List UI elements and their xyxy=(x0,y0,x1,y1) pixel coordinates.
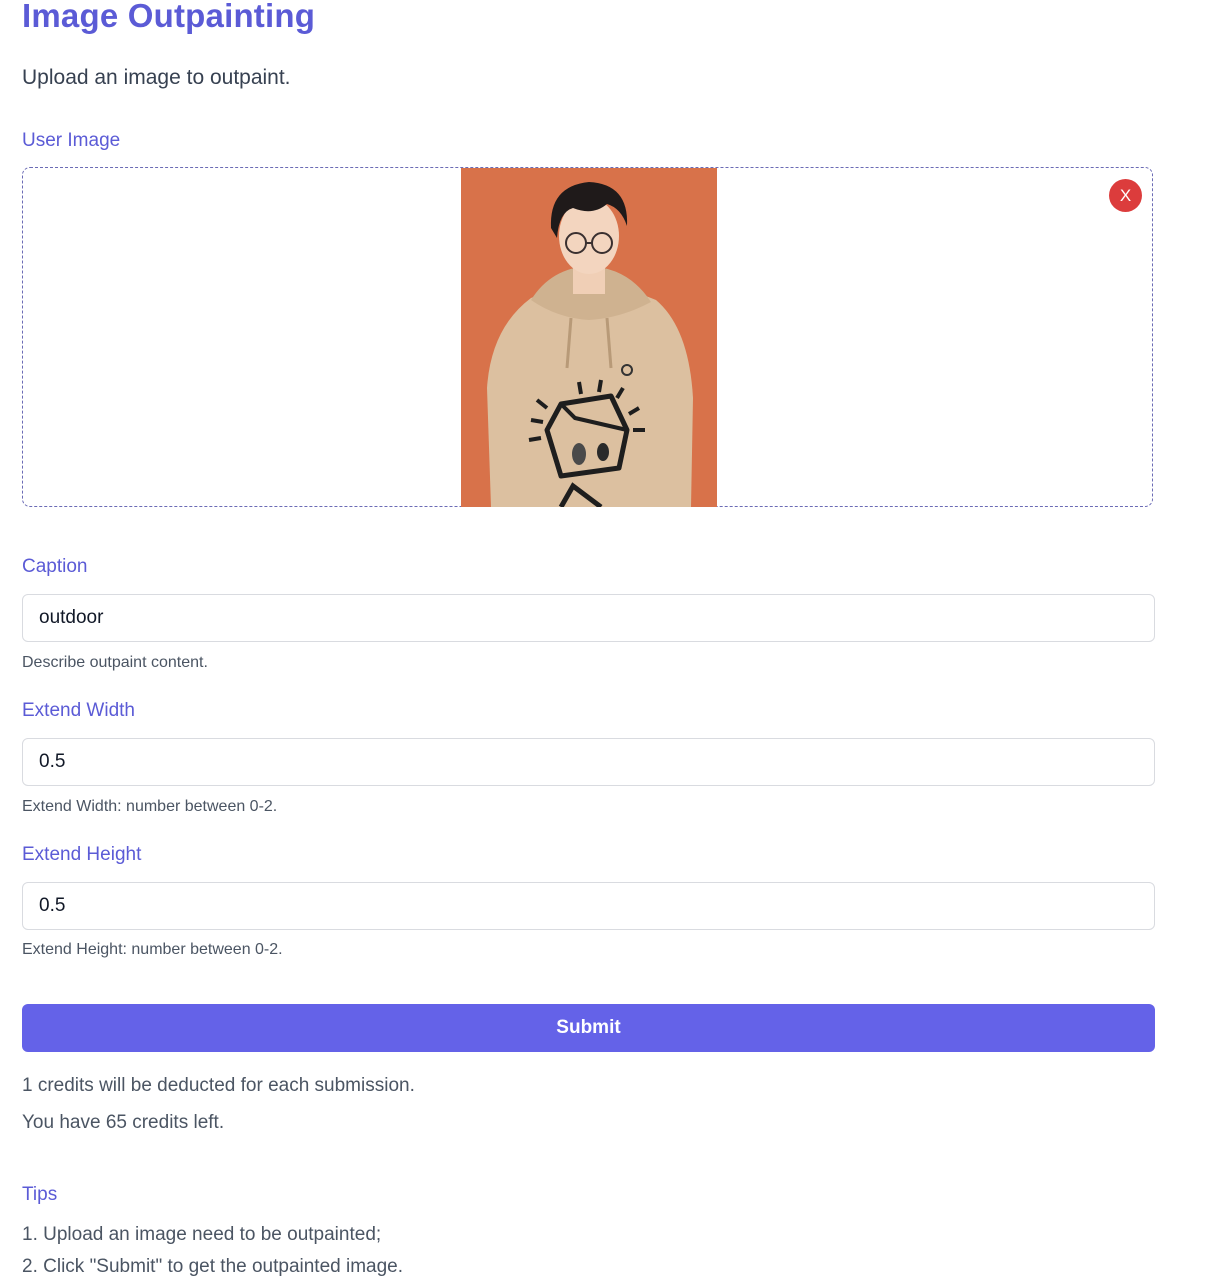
page-title: Image Outpainting xyxy=(22,0,316,34)
portrait-photo-illustration xyxy=(461,168,717,507)
page-subtitle: Upload an image to outpaint. xyxy=(22,66,291,89)
extend-width-hint: Extend Width: number between 0-2. xyxy=(22,798,278,815)
extend-height-hint: Extend Height: number between 0-2. xyxy=(22,941,283,958)
image-upload-dropzone[interactable]: X xyxy=(22,167,1153,507)
submit-button[interactable]: Submit xyxy=(22,1004,1155,1052)
outpainting-page: Image Outpainting Upload an image to out… xyxy=(0,0,1206,1284)
tip-item: 2. Click "Submit" to get the outpainted … xyxy=(22,1256,404,1277)
caption-input[interactable] xyxy=(22,594,1155,642)
extend-height-input[interactable] xyxy=(22,882,1155,930)
caption-label: Caption xyxy=(22,556,88,577)
uploaded-image-preview xyxy=(461,168,717,507)
credits-cost-note: 1 credits will be deducted for each subm… xyxy=(22,1075,415,1096)
extend-width-input[interactable] xyxy=(22,738,1155,786)
extend-width-label: Extend Width xyxy=(22,700,135,721)
credits-remaining-note: You have 65 credits left. xyxy=(22,1112,225,1133)
remove-image-button[interactable]: X xyxy=(1109,179,1142,212)
extend-height-label: Extend Height xyxy=(22,844,142,865)
caption-hint: Describe outpaint content. xyxy=(22,654,208,671)
tip-item: 1. Upload an image need to be outpainted… xyxy=(22,1224,382,1245)
tips-heading: Tips xyxy=(22,1184,58,1205)
user-image-label: User Image xyxy=(22,130,121,151)
